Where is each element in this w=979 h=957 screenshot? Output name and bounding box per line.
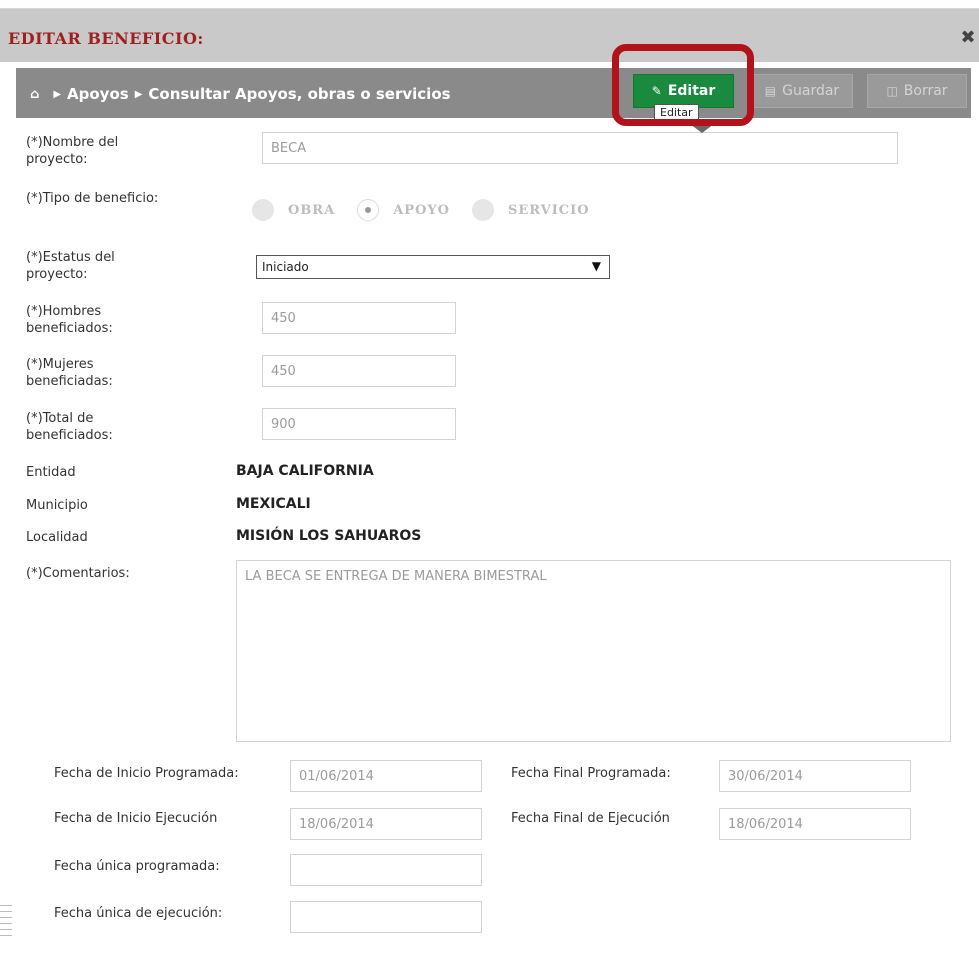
radio-obra-label: OBRA	[288, 202, 336, 218]
men-label-line2: beneficiados:	[26, 321, 113, 336]
start-planned-label: Fecha de Inicio Programada:	[54, 766, 239, 781]
start-exec-input[interactable]: 18/06/2014	[290, 808, 482, 840]
breadcrumb-item-apoyos[interactable]: Apoyos	[67, 85, 129, 103]
end-exec-input[interactable]: 18/06/2014	[719, 808, 911, 840]
locality-label: Localidad	[26, 530, 88, 545]
project-name-label: (*)Nombre del proyecto:	[26, 134, 118, 168]
women-label: (*)Mujeres beneficiadas:	[26, 356, 113, 390]
radio-servicio-label: SERVICIO	[508, 202, 590, 218]
end-planned-label: Fecha Final Programada:	[511, 766, 671, 781]
locality-value: MISIÓN LOS SAHUAROS	[236, 528, 422, 544]
comments-label: (*)Comentarios:	[26, 566, 130, 581]
end-exec-label: Fecha Final de Ejecución	[511, 811, 670, 826]
project-name-label-line1: (*)Nombre del	[26, 135, 119, 150]
benefit-type-radio-group: OBRA APOYO SERVICIO	[252, 198, 612, 222]
delete-button-label: Borrar	[903, 83, 948, 99]
benefit-type-label: (*)Tipo de beneficio:	[26, 191, 159, 206]
highlight-box	[612, 44, 754, 126]
save-button-label: Guardar	[782, 83, 840, 99]
radio-apoyo[interactable]	[357, 199, 380, 221]
men-input[interactable]: 450	[262, 302, 456, 334]
status-label-line2: proyecto:	[26, 267, 88, 282]
start-exec-label: Fecha de Inicio Ejecución	[54, 811, 218, 826]
municipality-value: MEXICALI	[236, 496, 311, 512]
side-decoration	[0, 905, 12, 950]
dialog-header: Editar beneficio: ✖	[0, 8, 979, 62]
men-label: (*)Hombres beneficiados:	[26, 303, 113, 337]
status-select-value: Iniciado	[262, 260, 309, 274]
entity-label: Entidad	[26, 465, 76, 480]
total-label-line2: beneficiados:	[26, 428, 113, 443]
radio-selected-dot	[365, 207, 372, 213]
status-select[interactable]: Iniciado ▼	[256, 255, 610, 279]
close-icon[interactable]: ✖	[957, 27, 979, 49]
total-label-line1: (*)Total de	[26, 411, 94, 426]
single-exec-label: Fecha única de ejecución:	[54, 906, 223, 921]
status-label-line1: (*)Estatus del	[26, 250, 115, 265]
save-button[interactable]: ▤ Guardar	[751, 74, 853, 108]
start-planned-input[interactable]: 01/06/2014	[290, 760, 482, 792]
project-name-input[interactable]: BECA	[262, 132, 898, 164]
dropdown-arrow-icon: ▼	[591, 259, 601, 273]
single-planned-input[interactable]	[290, 854, 482, 886]
radio-obra[interactable]	[252, 199, 274, 221]
radio-servicio[interactable]	[472, 199, 494, 221]
home-icon[interactable]: ⌂	[30, 87, 39, 102]
trash-icon: ◫	[886, 84, 898, 98]
chevron-right-icon: ▶	[134, 88, 143, 100]
single-exec-input[interactable]	[290, 901, 482, 933]
women-input[interactable]: 450	[262, 355, 456, 387]
end-planned-input[interactable]: 30/06/2014	[719, 760, 911, 792]
delete-button[interactable]: ◫ Borrar	[867, 74, 967, 108]
radio-apoyo-label: APOYO	[393, 202, 450, 218]
women-label-line1: (*)Mujeres	[26, 357, 94, 372]
breadcrumb-item-consultar[interactable]: Consultar Apoyos, obras o servicios	[148, 85, 450, 103]
project-name-label-line2: proyecto:	[26, 152, 88, 167]
comments-textarea[interactable]: LA BECA SE ENTREGA DE MANERA BIMESTRAL	[236, 560, 951, 742]
breadcrumb: ⌂ ▶ Apoyos ▶ Consultar Apoyos, obras o s…	[30, 83, 451, 105]
single-planned-label: Fecha única programada:	[54, 859, 220, 874]
municipality-label: Municipio	[26, 498, 88, 513]
men-label-line1: (*)Hombres	[26, 304, 102, 319]
women-label-line2: beneficiadas:	[26, 374, 113, 389]
status-label: (*)Estatus del proyecto:	[26, 249, 115, 283]
breadcrumb-bar: ⌂ ▶ Apoyos ▶ Consultar Apoyos, obras o s…	[16, 68, 971, 118]
floppy-disk-icon: ▤	[764, 84, 777, 98]
total-input[interactable]: 900	[262, 408, 456, 440]
entity-value: BAJA CALIFORNIA	[236, 463, 374, 479]
total-label: (*)Total de beneficiados:	[26, 410, 113, 444]
chevron-right-icon: ▶	[53, 88, 62, 100]
dialog-title: Editar beneficio:	[8, 29, 204, 48]
